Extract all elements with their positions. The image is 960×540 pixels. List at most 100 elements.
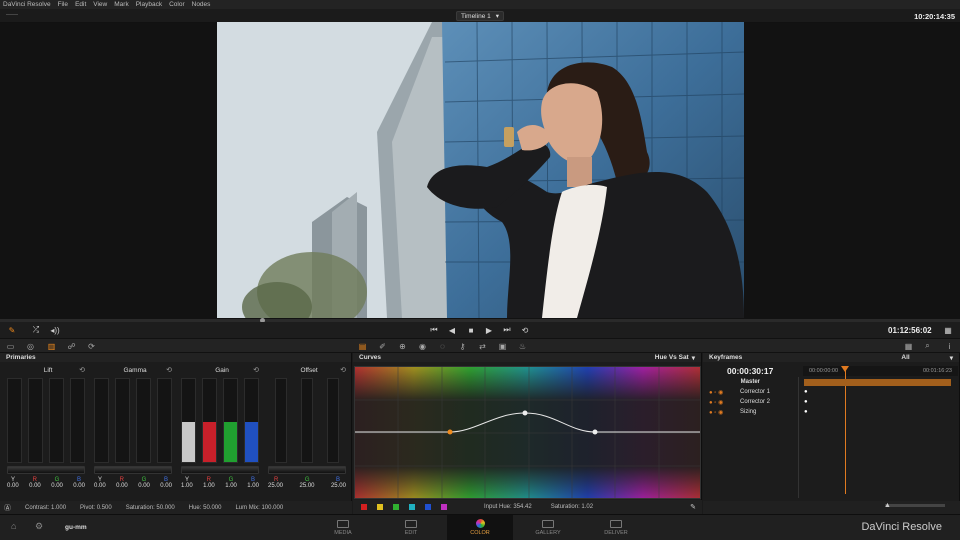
contrast-value[interactable]: Contrast: 1.000 [25, 505, 66, 511]
reverse-icon[interactable]: ◀ [446, 325, 458, 335]
tracker-icon[interactable]: ◌ [437, 341, 448, 351]
stop-icon[interactable]: ■ [465, 325, 477, 335]
hue-swatch-0[interactable] [361, 504, 367, 510]
wheel-icon[interactable]: ◎ [25, 341, 36, 351]
curves-graph[interactable] [354, 366, 701, 499]
offset-bar-r[interactable] [275, 378, 287, 463]
gamma-bar-b[interactable] [157, 378, 172, 463]
zoom-handle-icon[interactable]: ▲ [884, 502, 891, 509]
menu-file[interactable]: File [58, 1, 68, 8]
lift-bar-g[interactable] [49, 378, 64, 463]
curve-point[interactable] [592, 429, 598, 435]
rgb-icon[interactable]: ☍ [66, 341, 77, 351]
saturation-value[interactable]: Saturation: 50.000 [126, 505, 175, 511]
3d-icon[interactable]: ▣ [497, 341, 508, 351]
page-deliver[interactable]: DELIVER [583, 515, 649, 540]
gamma-value-b[interactable]: 0.00 [160, 483, 172, 489]
offset-value-r[interactable]: 25.00 [268, 483, 283, 489]
track-controls[interactable]: ● ▫ ◉ [703, 409, 738, 416]
jump-end-icon[interactable]: ⏭ [501, 325, 513, 335]
curves-mode-select[interactable]: Hue Vs Sat ▾ [655, 354, 695, 362]
menu-view[interactable]: View [93, 1, 107, 8]
keyframes-ruler[interactable]: 00:00:00:00 00:01:16:23 [803, 366, 958, 376]
home-icon[interactable]: ⌂ [11, 521, 16, 531]
track-sizing[interactable]: ● ▫ ◉ Sizing ● [703, 407, 960, 417]
reset-icon[interactable]: ⟲ [253, 366, 259, 374]
keyframes-filter[interactable]: All ▾ [901, 354, 953, 362]
curves-icon[interactable]: ▤ [357, 341, 368, 351]
lift-master-slider[interactable] [7, 466, 85, 474]
lift-bar-b[interactable] [70, 378, 85, 463]
loop-icon[interactable]: ⟲ [519, 325, 531, 335]
jump-start-icon[interactable]: ⏮ [428, 325, 440, 335]
shuffle-icon[interactable]: ⤮ [30, 325, 42, 335]
track-controls[interactable]: ● ▫ ◉ [703, 389, 738, 396]
gamma-bar-r[interactable] [115, 378, 130, 463]
picker-icon[interactable]: ✎ [6, 325, 18, 335]
hue-value[interactable]: Hue: 50.000 [189, 505, 222, 511]
gain-bar-g[interactable] [223, 378, 238, 463]
camera-icon[interactable]: ▭ [5, 341, 16, 351]
gain-master-slider[interactable] [181, 466, 259, 474]
hue-swatch-5[interactable] [441, 504, 447, 510]
curve-point[interactable] [522, 410, 528, 416]
auto-balance-icon[interactable]: Ⓐ [4, 503, 11, 513]
lummix-value[interactable]: Lum Mix: 100.000 [235, 505, 283, 511]
offset-master-slider[interactable] [268, 466, 346, 474]
lift-bar-y[interactable] [7, 378, 22, 463]
lift-value-b[interactable]: 0.00 [73, 483, 85, 489]
gamma-bar-y[interactable] [94, 378, 109, 463]
lift-value-g[interactable]: 0.00 [51, 483, 63, 489]
offset-value-g[interactable]: 25.00 [299, 483, 314, 489]
speaker-icon[interactable]: ◂)) [49, 325, 61, 335]
menu-playback[interactable]: Playback [136, 1, 162, 8]
gear-icon[interactable]: ⚙ [35, 521, 43, 532]
keyframe-dot[interactable]: ● [804, 409, 808, 415]
zoom-icon[interactable]: ⌕ [922, 341, 933, 351]
menu-color[interactable]: Color [169, 1, 185, 8]
gamma-bar-g[interactable] [136, 378, 151, 463]
grid-icon[interactable]: ▦ [942, 325, 954, 335]
crosshair-icon[interactable]: ⊕ [397, 341, 408, 351]
gamma-master-slider[interactable] [94, 466, 172, 474]
gain-bar-y[interactable] [181, 378, 196, 463]
hue-swatch-4[interactable] [425, 504, 431, 510]
gamma-value-y[interactable]: 0.00 [94, 483, 106, 489]
keyframe-dot[interactable]: ● [804, 389, 808, 395]
offset-bar-g[interactable] [301, 378, 313, 463]
info-icon[interactable]: i [944, 341, 955, 351]
track-corrector-2[interactable]: ● ▫ ◉ Corrector 2 ● [703, 397, 960, 407]
offset-bar-b[interactable] [327, 378, 339, 463]
reset-icon[interactable]: ⟲ [166, 366, 172, 374]
menu-nodes[interactable]: Nodes [192, 1, 211, 8]
menu-app[interactable]: DaVinci Resolve [3, 1, 51, 8]
window-icon[interactable]: ◉ [417, 341, 428, 351]
menu-edit[interactable]: Edit [75, 1, 86, 8]
bars-icon[interactable]: ▥ [46, 341, 57, 351]
refresh-icon[interactable]: ⟳ [86, 341, 97, 351]
gain-value-r[interactable]: 1.00 [203, 483, 215, 489]
lift-value-y[interactable]: 0.00 [7, 483, 19, 489]
page-edit[interactable]: EDIT [378, 515, 444, 540]
curve-point-active[interactable] [447, 429, 453, 435]
page-media[interactable]: MEDIA [310, 515, 376, 540]
gain-value-b[interactable]: 1.00 [247, 483, 259, 489]
keyframes-zoom-slider[interactable] [885, 504, 945, 507]
page-gallery[interactable]: GALLERY [515, 515, 581, 540]
offset-value-b[interactable]: 25.00 [331, 483, 346, 489]
sizing-icon[interactable]: ⇄ [477, 341, 488, 351]
input-hue-value[interactable]: Input Hue: 354.42 [484, 504, 532, 510]
gain-value-y[interactable]: 1.00 [181, 483, 193, 489]
gamma-value-r[interactable]: 0.00 [116, 483, 128, 489]
blur-icon[interactable]: ♨ [517, 341, 528, 351]
grip-handle[interactable] [6, 14, 18, 15]
track-master[interactable]: Master [703, 377, 960, 387]
keyframe-dot[interactable]: ● [804, 399, 808, 405]
eyedropper-icon[interactable]: ✐ [377, 341, 388, 351]
play-icon[interactable]: ▶ [483, 325, 495, 335]
curve-saturation-value[interactable]: Saturation: 1.02 [551, 504, 593, 510]
pivot-value[interactable]: Pivot: 0.500 [80, 505, 112, 511]
track-corrector-1[interactable]: ● ▫ ◉ Corrector 1 ● [703, 387, 960, 397]
grid-view-icon[interactable]: ▦ [903, 341, 914, 351]
lift-value-r[interactable]: 0.00 [29, 483, 41, 489]
